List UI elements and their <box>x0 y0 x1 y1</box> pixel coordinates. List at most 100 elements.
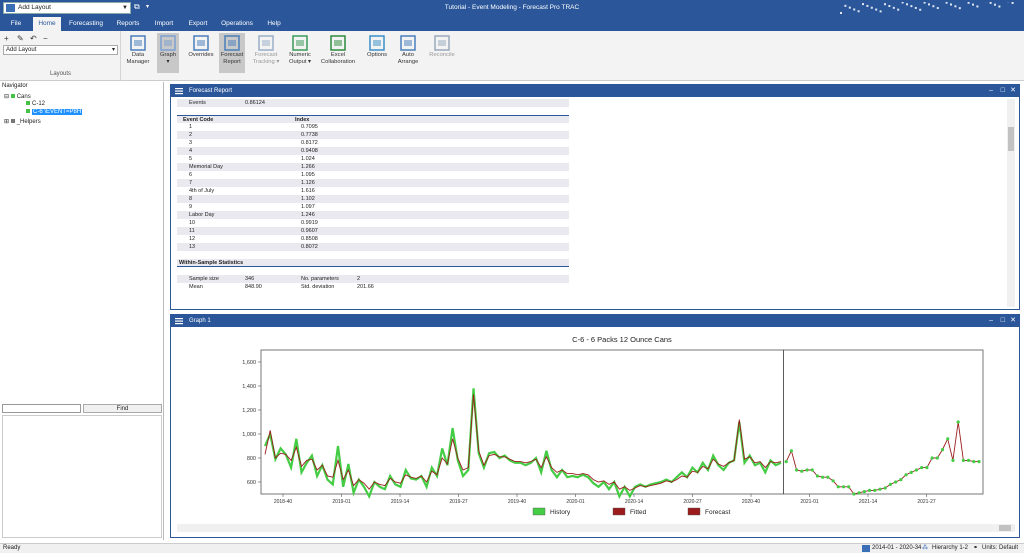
forecast-point <box>836 485 840 489</box>
graph-button[interactable]: Graph ▾ <box>157 33 179 73</box>
table-header-row: Event Code Index <box>177 115 569 123</box>
tab-help[interactable]: Help <box>262 17 286 31</box>
tab-operations[interactable]: Operations <box>216 17 258 31</box>
legend-swatch <box>687 507 701 516</box>
tree-label: Cans <box>16 94 31 100</box>
x-tick-label: 2018-40 <box>274 499 293 505</box>
undo-icon[interactable]: ↶ <box>30 34 37 43</box>
remove-icon[interactable]: − <box>43 34 48 43</box>
close-icon[interactable]: ✕ <box>1010 315 1016 327</box>
decorative-dot <box>950 3 952 6</box>
ribbon-button-label: Numeric <box>289 52 311 58</box>
stat-label: No. parameters <box>301 276 339 282</box>
forecast-point <box>810 468 814 472</box>
table-row: 8 1.102 <box>177 195 569 203</box>
legend-swatch <box>532 507 546 516</box>
legend-label: History <box>550 509 571 516</box>
minimize-icon[interactable]: – <box>989 315 993 327</box>
decorative-dot <box>923 2 926 4</box>
tree-item-c6[interactable]: C-6 \EVENT=P8H <box>26 109 83 115</box>
forecast-point <box>789 449 793 453</box>
status-bar: Ready 2014-01 - 2020-34 ⁂ Hierarchy 1-2 … <box>0 543 1024 553</box>
scroll-thumb[interactable] <box>1008 127 1014 151</box>
tree-item-helpers[interactable]: ⊞ _Helpers <box>4 118 41 125</box>
y-tick-label: 1,400 <box>242 384 256 390</box>
decorative-dot <box>879 10 882 13</box>
maximize-icon[interactable]: □ <box>1001 315 1005 327</box>
report-scrollbar[interactable] <box>1007 99 1015 307</box>
tab-file[interactable]: File <box>2 17 30 31</box>
window-title: Forecast Report <box>189 88 233 94</box>
minimize-icon[interactable]: – <box>989 85 993 97</box>
index-cell: 1.102 <box>301 196 315 202</box>
auto-arrange-icon <box>400 35 416 51</box>
expand-icon[interactable]: ⊞ <box>4 119 9 125</box>
index-cell: 1.616 <box>301 188 315 194</box>
tab-home[interactable]: Home <box>33 17 61 31</box>
overrides-button[interactable]: Overrides <box>186 33 216 73</box>
x-tick-label: 2020-14 <box>625 499 644 505</box>
numeric-output-button[interactable]: Numeric Output ▾ <box>287 33 313 73</box>
forecast-point <box>930 456 934 460</box>
stat-label: Sample size <box>189 276 219 282</box>
maximize-icon[interactable]: □ <box>1001 85 1005 97</box>
tab-reports[interactable]: Reports <box>112 17 144 31</box>
add-icon[interactable]: + <box>4 34 9 43</box>
layout-select[interactable]: Add Layout ▾ <box>3 45 118 55</box>
series-icon <box>26 101 30 106</box>
table-row: 12 0.8508 <box>177 235 569 243</box>
x-tick-label: 2020-27 <box>683 499 702 505</box>
tab-import[interactable]: Import <box>148 17 180 31</box>
find-button[interactable]: Find <box>83 404 162 413</box>
index-cell: 1.126 <box>301 180 315 186</box>
tree-item-c12[interactable]: C-12 <box>26 101 45 107</box>
index-cell: 1.266 <box>301 164 315 170</box>
forecast-point <box>977 460 981 464</box>
excel-button[interactable]: Excel Collaboration <box>320 33 356 73</box>
navigator-title: Navigator <box>2 83 28 89</box>
index-cell: 0.7095 <box>301 124 318 130</box>
ribbon-button-label: Options <box>367 52 387 58</box>
forecast-point <box>914 468 919 472</box>
forecast-point <box>784 460 788 464</box>
ribbon-button-label-2: Arrange <box>397 59 419 65</box>
stat-label: Mean <box>189 284 203 290</box>
x-tick-label: 2021-14 <box>859 499 878 505</box>
forecast-point <box>961 458 965 462</box>
stat-value: 346 <box>245 276 255 282</box>
tab-export[interactable]: Export <box>182 17 214 31</box>
forecast-point <box>925 466 929 470</box>
forecast-point <box>878 487 882 491</box>
edit-icon[interactable]: ✎ <box>17 34 24 43</box>
close-icon[interactable]: ✕ <box>1010 85 1016 97</box>
window-header: Graph 1 – □ ✕ <box>171 315 1019 327</box>
forecast-report-button[interactable]: Forecast Report <box>219 33 245 73</box>
data-manager-button[interactable]: Data Manager <box>124 33 152 73</box>
collapse-icon[interactable]: ⊟ <box>4 94 9 100</box>
index-cell: 1.097 <box>301 204 315 210</box>
plot-area <box>260 349 984 495</box>
decorative-dot <box>998 5 1001 8</box>
event-code-cell: Labor Day <box>189 212 215 218</box>
navigator-search-input[interactable] <box>2 404 81 413</box>
hamburger-icon[interactable] <box>175 87 183 95</box>
tree-item-cans[interactable]: ⊟ Cans <box>4 93 31 100</box>
forecast-point <box>940 448 945 452</box>
forecast-point <box>899 478 903 482</box>
options-gear-button[interactable]: Options <box>364 33 390 73</box>
stat-value: 848.90 <box>245 284 262 290</box>
forecast-chart[interactable]: C-6 - 6 Packs 12 Ounce Cans 1,600 1,400 1,2… <box>173 328 1019 536</box>
decorative-dot <box>844 4 847 7</box>
ribbon-button-label: Auto <box>402 52 414 58</box>
decorative-dot <box>954 5 957 8</box>
table-row: 13 0.8072 <box>177 243 569 251</box>
series-group-icon <box>10 94 15 99</box>
report-content: Events 0.86124 Event Code Index 1 0.7095 2 0.77… <box>177 99 569 291</box>
table-row: 9 1.097 <box>177 203 569 211</box>
auto-arrange-button[interactable]: Auto Arrange <box>395 33 421 73</box>
forecast-point <box>956 420 960 424</box>
tab-forecasting[interactable]: Forecasting <box>66 17 106 31</box>
hamburger-icon[interactable] <box>175 317 183 325</box>
forecast-point <box>951 458 955 462</box>
decorative-dot <box>914 6 917 9</box>
